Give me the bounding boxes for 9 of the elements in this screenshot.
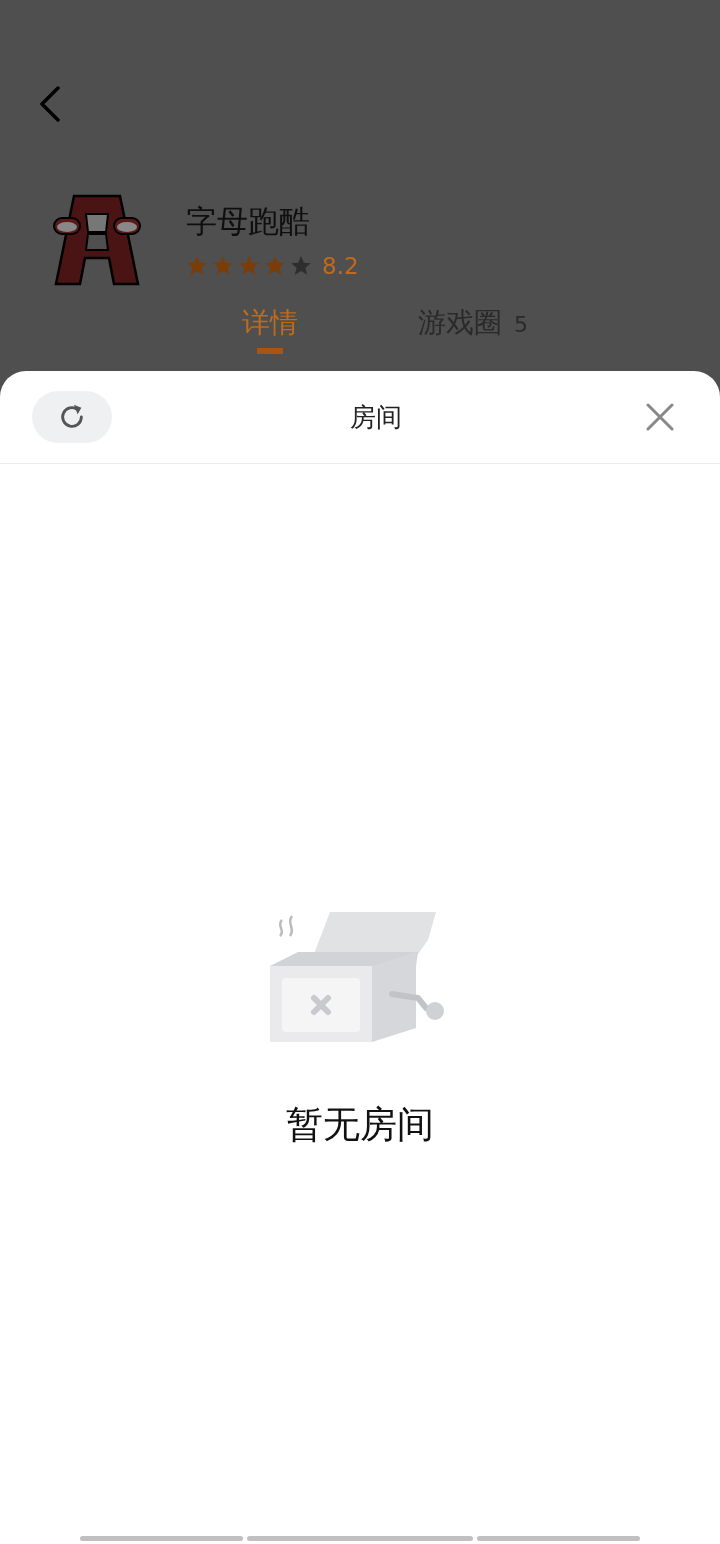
refresh-button[interactable] [32,391,112,443]
app-icon [52,192,142,288]
back-icon[interactable] [38,86,62,122]
rating-score: 8.2 [322,253,359,279]
app-name: 字母跑酷 [186,202,311,241]
tab[interactable]: 详情 [242,304,298,354]
empty-message: 暂无房间 [286,1102,434,1148]
close-icon[interactable] [646,403,674,431]
sheet-title: 房间 [350,400,402,434]
